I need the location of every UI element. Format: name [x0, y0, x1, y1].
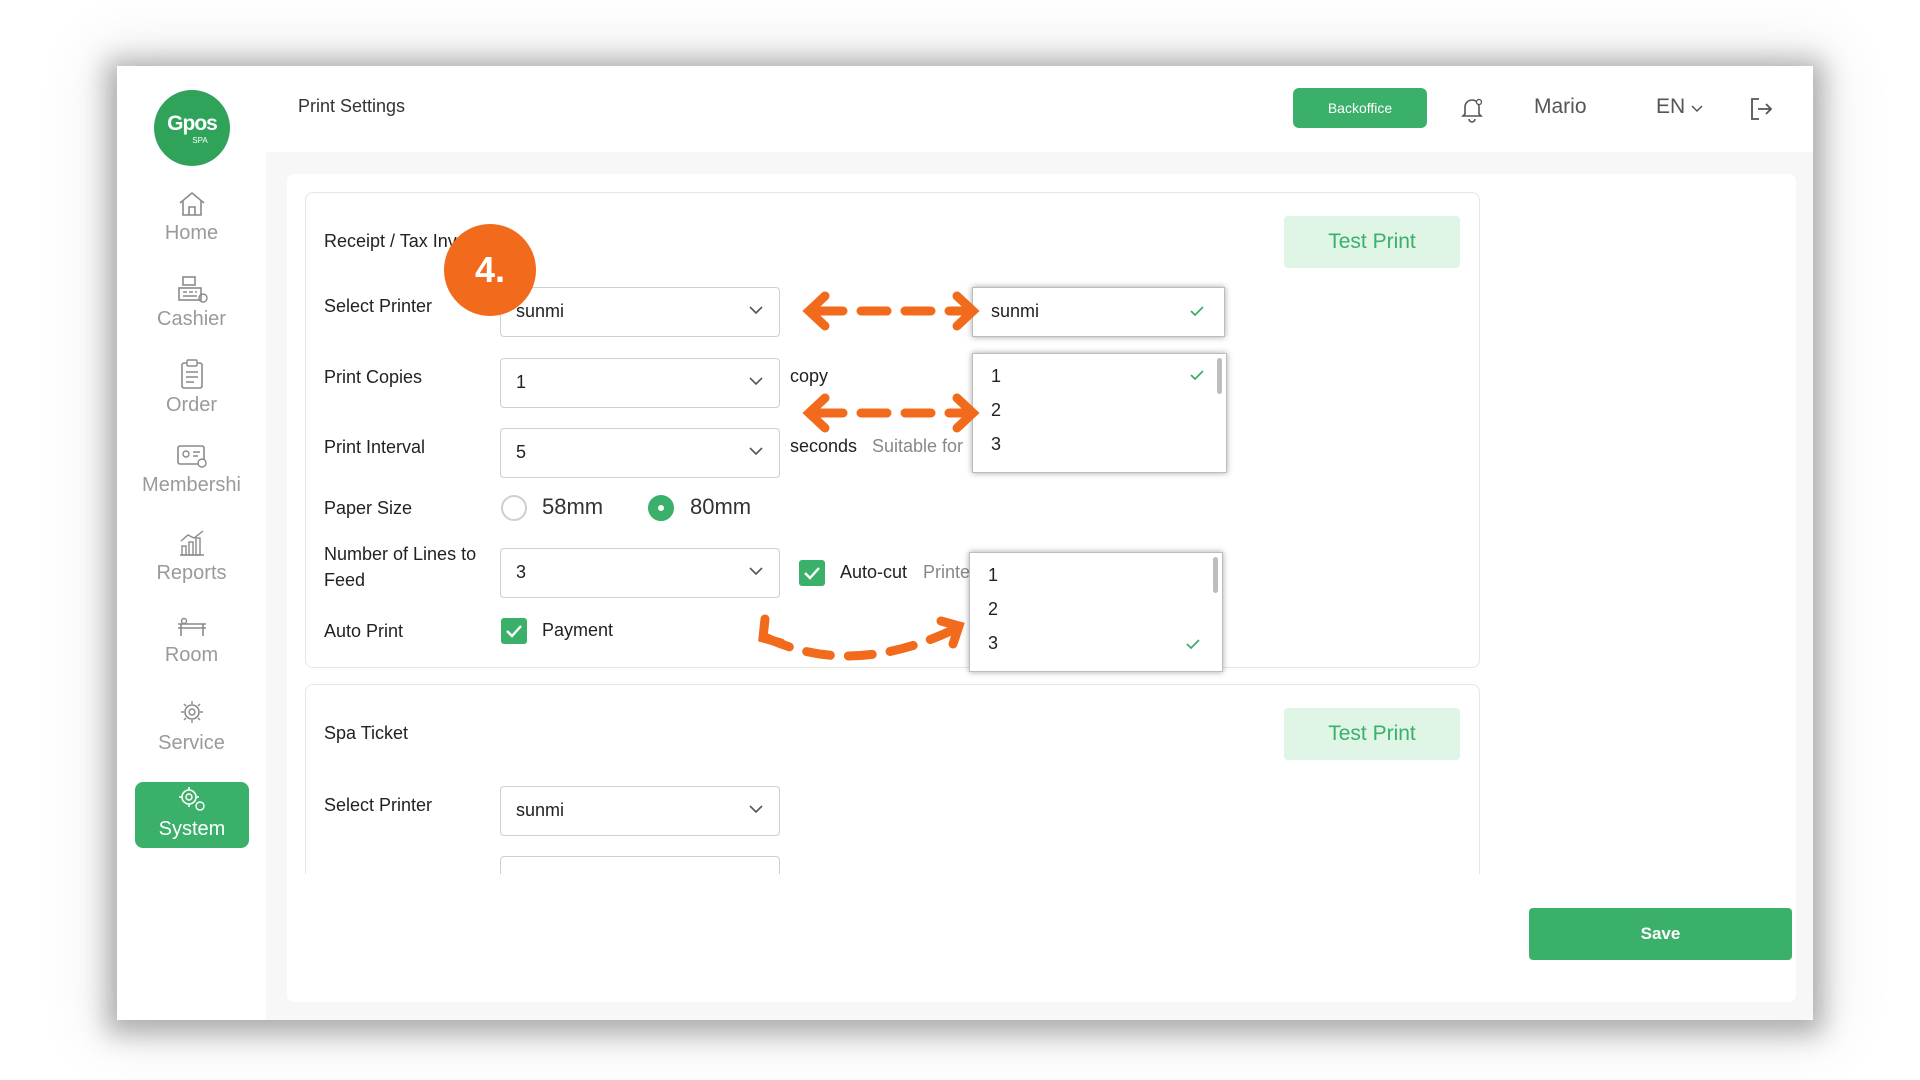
double-arrow-printer	[802, 291, 980, 331]
app-window: Gpos SPA Home Cashier Order Membershi Re…	[117, 66, 1813, 1020]
annotation-arrows	[758, 291, 980, 661]
double-arrow-copies	[802, 393, 980, 433]
curved-arrow-lines	[758, 614, 965, 661]
step-number-badge: 4.	[444, 224, 536, 316]
